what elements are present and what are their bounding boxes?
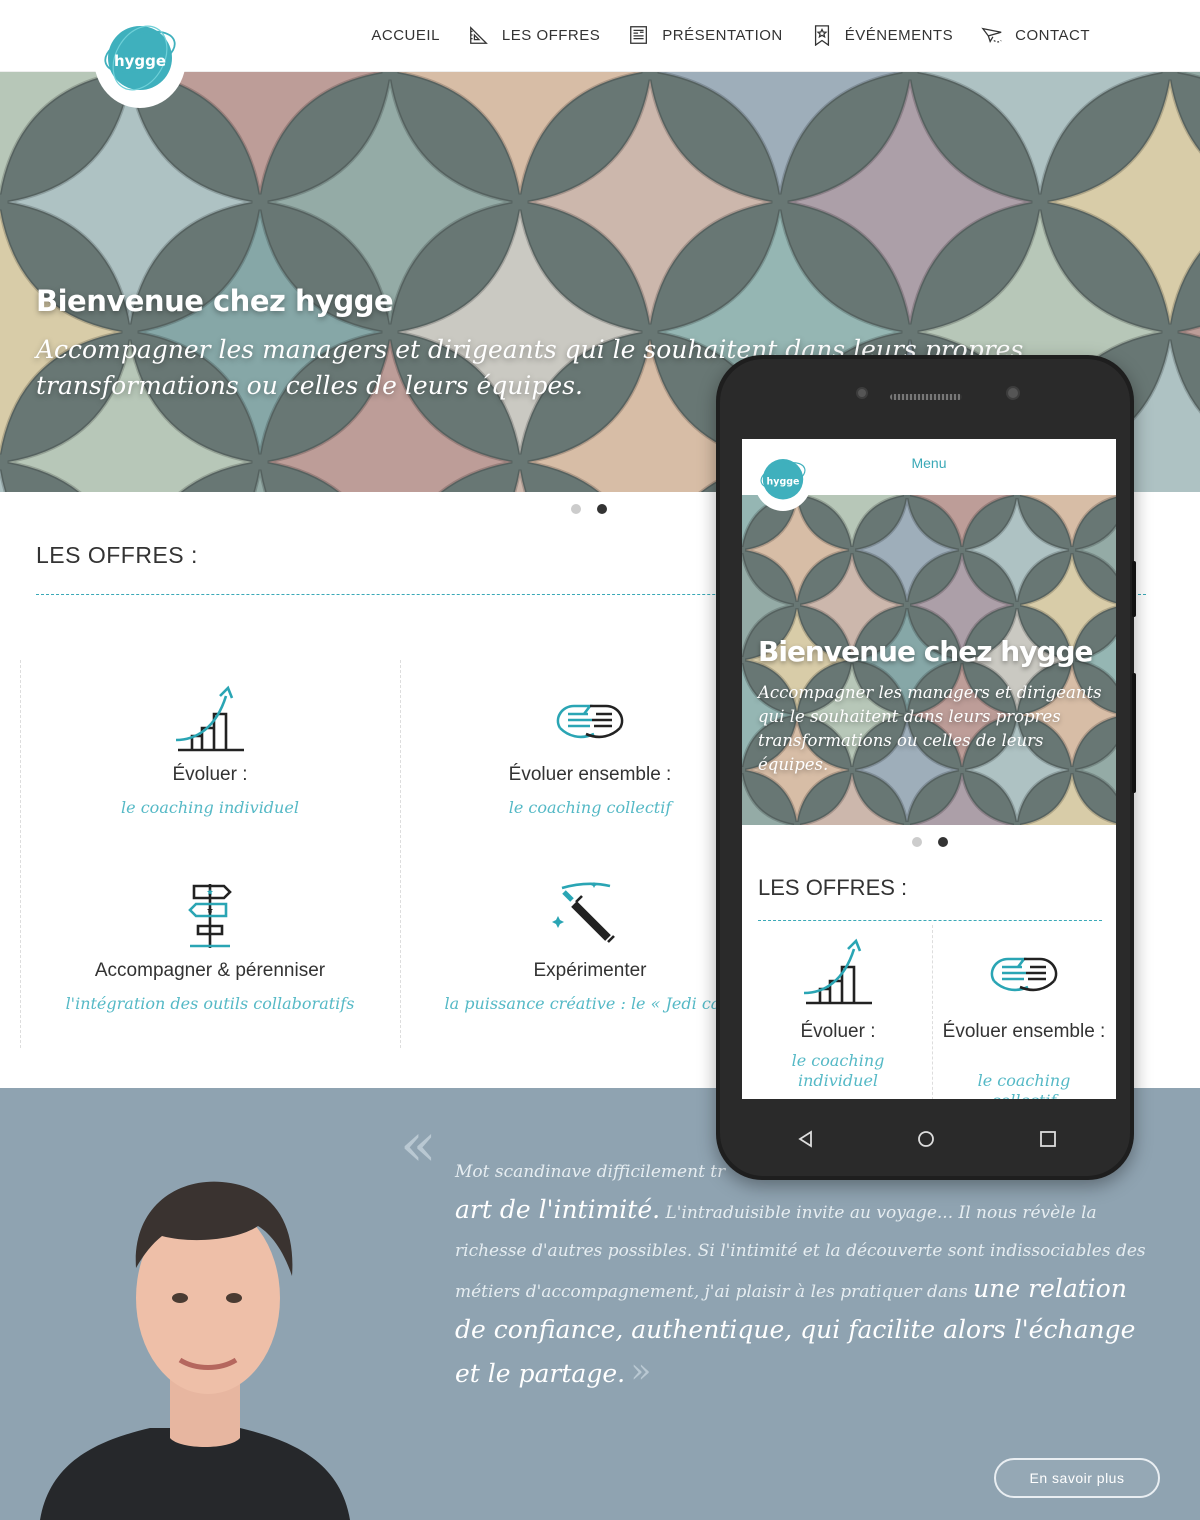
offres-section-title: LES OFFRES : [36,542,198,568]
main-nav: ACCUEIL LES OFFRES PRÉSENTATION ÉVÉNEMEN… [371,24,1090,46]
bookmark-star-icon [814,25,829,46]
nav-les-offres-label: LES OFFRES [501,26,601,44]
nav-contact-label: CONTACT [1015,26,1090,44]
back-icon[interactable] [796,1129,816,1149]
lightsaber-icon [552,882,615,943]
mobile-hero-title: Bienvenue chez hygge [758,635,1094,668]
nav-presentation[interactable]: PRÉSENTATION [628,24,782,46]
phone-side-button [1132,561,1136,617]
mobile-hero: Bienvenue chez hygge Accompagner les man… [742,495,1116,825]
paper-plane-icon [981,27,1002,43]
nav-evenements[interactable]: ÉVÉNEMENTS [811,24,953,46]
mobile-logo[interactable]: hygge [754,449,812,511]
home-icon[interactable] [916,1129,936,1149]
nav-evenements-label: ÉVÉNEMENTS [844,26,954,44]
nav-contact[interactable]: CONTACT [981,24,1090,46]
handshake-icon [556,704,624,739]
about-quote: Mot scandinave difficilement tret art de… [455,1150,1155,1396]
offer-desc: le coaching individuel [121,798,299,817]
ruler-triangle-icon [470,26,488,44]
quote-highlight-1: art de l'intimité. [455,1195,661,1224]
slider-dot-1[interactable] [912,837,922,847]
android-navbar [720,1119,1130,1159]
recents-icon[interactable] [1038,1129,1058,1149]
phone-speaker [890,394,962,400]
hero-title: Bienvenue chez hygge [36,284,394,318]
logo-link[interactable]: hygge [94,10,186,108]
nav-les-offres[interactable]: LES OFFRES [468,24,600,46]
offer-evoluer[interactable]: Évoluer : le coaching individuel [20,676,400,872]
offer-accompagner[interactable]: Accompagner & pérenniser l'intégration d… [20,872,400,1068]
offer-name: Évoluer : [800,1021,876,1042]
phone-camera [856,387,868,399]
quote-line-1: Mot scandinave difficilement tr [455,1162,726,1182]
nav-presentation-label: PRÉSENTATION [662,26,783,44]
slider-dot-1[interactable] [571,504,581,514]
phone-side-button [1132,673,1136,793]
mobile-slider-dots [912,837,948,847]
nav-accueil[interactable]: ACCUEIL [371,27,440,44]
mobile-offres-title: LES OFFRES : [758,875,908,900]
slider-dot-2[interactable] [597,504,607,514]
page: ACCUEIL LES OFFRES PRÉSENTATION ÉVÉNEMEN… [0,0,1200,1520]
growth-chart-icon [175,685,244,752]
slider-dot-2[interactable] [938,837,948,847]
mobile-offres-divider [758,920,1102,921]
grid-divider [932,925,933,1099]
mobile-hero-subtitle: Accompagner les managers et dirigeants q… [758,683,1102,774]
offer-name: Évoluer ensemble : [942,1021,1106,1042]
nav-accueil-label: ACCUEIL [371,26,440,44]
en-savoir-plus-button[interactable]: En savoir plus [994,1458,1160,1498]
portrait-photo [40,1181,350,1520]
handshake-icon [990,957,1058,992]
offer-desc: le coaching individuel [791,1051,885,1090]
offer-name: Accompagner & pérenniser [94,960,326,981]
offer-desc: le coaching collectif [977,1071,1071,1099]
newspaper-icon [630,26,648,44]
hygge-logo: hygge [760,459,806,500]
signpost-icon [188,884,232,948]
phone-body: Menu hygge Bienvenue chez hygge Accompag… [720,359,1130,1176]
phone-screen: Menu hygge Bienvenue chez hygge Accompag… [742,439,1116,1099]
quote-open-mark: « [400,1110,437,1180]
logo-text: hygge [767,476,800,487]
offer-name: Évoluer : [172,764,248,785]
hygge-logo: hygge [104,25,176,91]
growth-chart-icon [803,938,872,1005]
phone-mockup: Menu hygge Bienvenue chez hygge Accompag… [716,355,1136,1180]
hero-slider-dots [571,504,607,514]
offer-desc: l'intégration des outils collaboratifs [65,994,355,1013]
phone-sensor [1006,386,1020,400]
quote-close-mark: » [630,1351,652,1391]
logo-text: hygge [114,52,166,70]
